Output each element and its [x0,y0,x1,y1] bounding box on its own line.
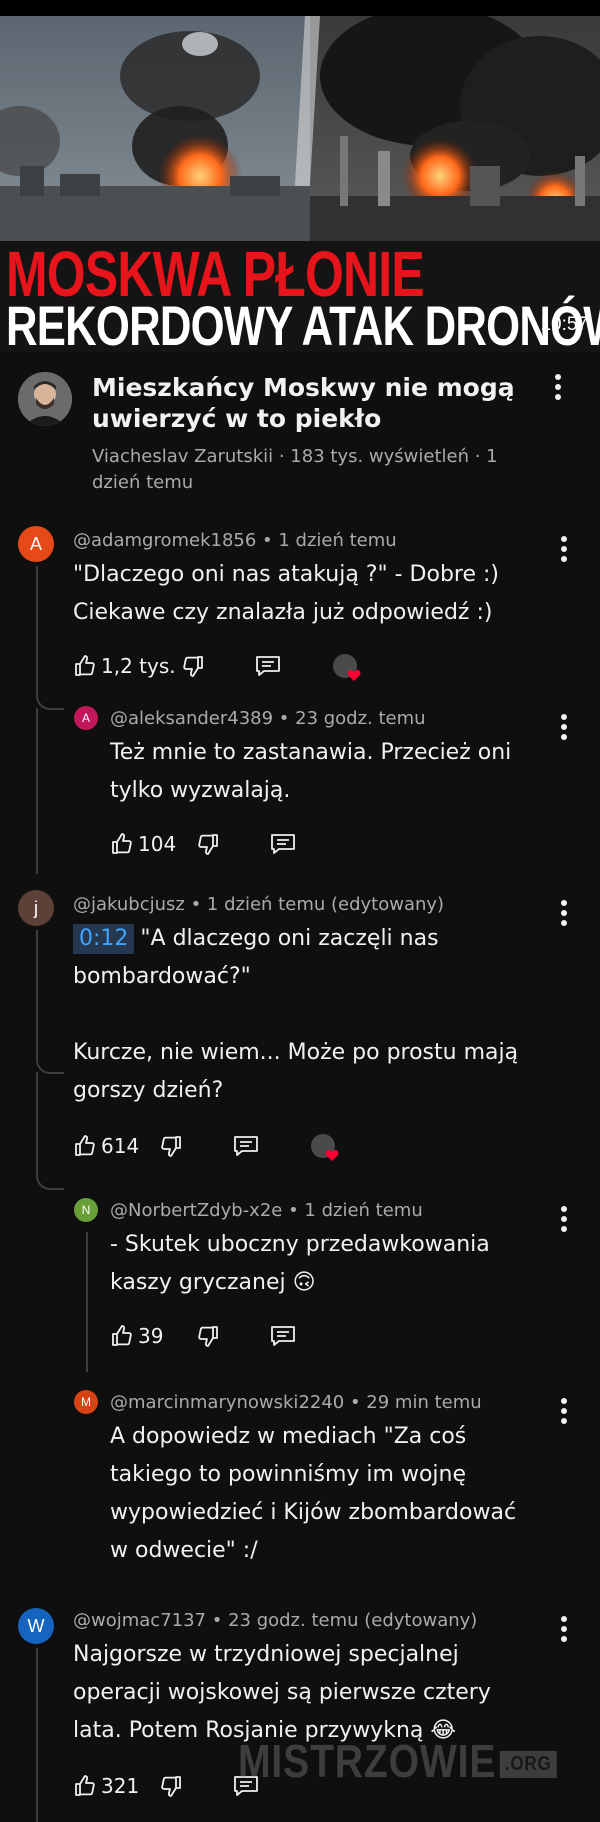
comment-more-icon[interactable] [552,1614,576,1644]
thread-line [36,1648,38,1822]
like-count: 39 [138,1324,164,1348]
comment-more-icon[interactable] [552,1396,576,1426]
channel-avatar-image [18,372,72,426]
like-button[interactable]: 104 [110,828,176,860]
thread-line [36,566,38,690]
commenter-avatar[interactable]: j [18,890,54,926]
thumbs-down-icon [161,1136,181,1157]
like-button[interactable]: 1,2 tys. [73,650,176,682]
thumbs-down-icon [183,656,203,677]
thumbs-up-icon [112,833,132,854]
reply-icon [271,834,295,854]
channel-avatar[interactable] [18,372,72,426]
watermark-suffix: .ORG [499,1751,557,1779]
dislike-button[interactable] [159,1130,183,1162]
like-count: 1,2 tys. [101,654,176,678]
comment-text: Też mnie to zastanawia. Przecież oni tyl… [110,740,512,803]
comment-meta[interactable]: @marcinmarynowski2240 • 29 min temu [110,1392,482,1413]
thumbs-down-icon [198,834,218,855]
reply-icon [256,656,280,676]
comment-text: Najgorsze w trzydniowej specjalnej opera… [73,1642,491,1743]
comment-meta[interactable]: @wojmac7137 • 23 godz. temu (edytowany) [73,1610,477,1631]
creator-heart [333,654,361,681]
comment-meta[interactable]: @NorbertZdyb-x2e • 1 dzień temu [110,1200,423,1221]
comment-text: 0:12 "A dlaczego oni zaczęli nas bombardo… [73,920,553,1110]
thread-line [36,1072,38,1170]
thumbs-up-icon [75,1135,95,1156]
comment-text: - Skutek uboczny przedawkowania kaszy gr… [110,1232,490,1295]
creator-heart [311,1134,339,1161]
dislike-button[interactable] [196,1320,220,1352]
comment-meta[interactable]: @adamgromek1856 • 1 dzień temu [73,530,397,551]
video-duration: 10:57 [540,314,588,335]
commenter-avatar[interactable]: M [74,1390,98,1414]
comment-more-icon[interactable] [552,712,576,742]
heart-icon [325,1149,339,1161]
dislike-button[interactable] [159,1770,183,1802]
thumbs-up-icon [112,1325,132,1346]
comment-meta[interactable]: @jakubcjusz • 1 dzień temu (edytowany) [73,894,444,915]
thumbnail-headline-line2: REKORDOWY ATAK DRONÓW [6,294,600,353]
heart-icon [347,669,361,681]
like-button[interactable]: 614 [73,1130,139,1162]
thumbs-up-icon [75,655,95,676]
watermark-logo: MISTRZOWIE .ORG [238,1734,557,1788]
video-thumbnail[interactable]: MOSKWA PŁONIE REKORDOWY ATAK DRONÓW [0,16,600,352]
thread-line [36,708,38,874]
comment-text: "Dlaczego oni nas atakują ?" - Dobre :) … [73,562,499,625]
watermark-text: MISTRZOWIE [238,1735,497,1787]
like-button[interactable]: 321 [73,1770,139,1802]
comment-more-icon[interactable] [552,534,576,564]
comment-actions: 39 [110,1320,410,1352]
comment-more-icon[interactable] [552,1204,576,1234]
reply-button[interactable] [270,1320,296,1352]
avatar-letter: A [81,711,90,725]
thread-connector [36,690,64,710]
comment-actions: 104 [110,828,410,860]
reply-button[interactable] [255,650,281,682]
dislike-button[interactable] [196,828,220,860]
thread-connector [36,1054,64,1074]
like-count: 321 [101,1774,140,1798]
like-count: 104 [138,832,177,856]
avatar-letter: N [81,1203,91,1217]
dislike-button[interactable] [181,650,205,682]
reply-icon [234,1136,258,1156]
video-title[interactable]: Mieszkańcy Moskwy nie mogą uwierzyć w to… [92,372,532,434]
comment-meta[interactable]: @aleksander4389 • 23 godz. temu [110,708,426,729]
avatar-letter: W [27,1615,45,1636]
commenter-avatar[interactable]: N [74,1198,98,1222]
reply-button[interactable] [270,828,296,860]
status-bar [0,0,600,16]
video-info: Mieszkańcy Moskwy nie mogą uwierzyć w to… [0,352,600,502]
thread-line [36,930,38,1054]
comment-actions: 1,2 tys. [73,650,493,682]
video-more-icon[interactable] [546,372,570,402]
commenter-avatar[interactable]: A [74,706,98,730]
reply-icon [271,1326,295,1346]
thumbs-down-icon [161,1776,181,1797]
thumbs-up-icon [75,1775,95,1796]
comment-actions: 614 [73,1130,493,1162]
avatar-letter: A [29,533,42,554]
reply-button[interactable] [233,1130,259,1162]
timestamp-link[interactable]: 0:12 [73,924,135,954]
comment-more-icon[interactable] [552,898,576,928]
comment-body: "A dlaczego oni zaczęli nas bombardować?… [73,926,519,1103]
thread-connector [36,1170,64,1190]
avatar-letter: M [81,1395,91,1409]
thumbs-down-icon [198,1326,218,1347]
like-count: 614 [101,1134,140,1158]
like-button[interactable]: 39 [110,1320,163,1352]
avatar-letter: j [34,897,38,918]
video-meta: Viacheslav Zarutskii · 183 tys. wyświetl… [92,446,498,493]
thread-line [86,1232,88,1372]
commenter-avatar[interactable]: W [18,1608,54,1644]
comment-text: A dopowiedz w mediach "Za coś takiego to… [110,1424,517,1563]
commenter-avatar[interactable]: A [18,526,54,562]
